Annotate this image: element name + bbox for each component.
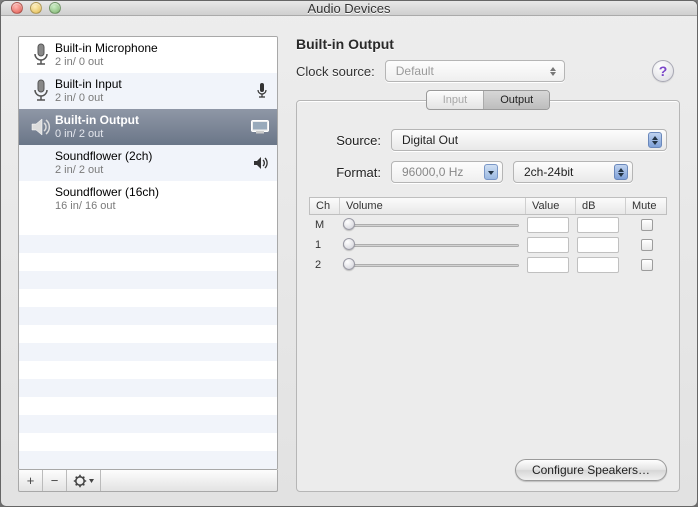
format-rate-value: 96000,0 Hz xyxy=(402,165,463,179)
device-row-builtin-input[interactable]: Built-in Input 2 in/ 0 out xyxy=(19,73,277,109)
detail-title: Built-in Output xyxy=(296,36,674,52)
db-field[interactable] xyxy=(577,237,619,253)
device-io: 0 in/ 2 out xyxy=(55,128,247,141)
channel-label: 1 xyxy=(309,239,339,251)
device-row-builtin-microphone[interactable]: Built-in Microphone 2 in/ 0 out xyxy=(19,37,277,73)
format-rate-combo[interactable]: 96000,0 Hz xyxy=(391,161,503,183)
action-menu-button[interactable] xyxy=(67,470,101,491)
channel-label: 2 xyxy=(309,259,339,271)
device-name: Built-in Output xyxy=(55,114,247,128)
device-row-soundflower-2ch[interactable]: Soundflower (2ch) 2 in/ 2 out xyxy=(19,145,277,181)
help-button[interactable]: ? xyxy=(652,60,674,82)
value-field[interactable] xyxy=(527,237,569,253)
source-popup[interactable]: Digital Out xyxy=(391,129,667,151)
db-field[interactable] xyxy=(577,217,619,233)
db-field[interactable] xyxy=(577,257,619,273)
device-name: Soundflower (16ch) xyxy=(55,186,269,200)
output-group: Source: Digital Out Format: 96000,0 Hz 2… xyxy=(296,100,680,492)
device-io: 2 in/ 0 out xyxy=(55,92,251,105)
col-value[interactable]: Value xyxy=(526,198,576,214)
channel-header: Ch Volume Value dB Mute xyxy=(309,197,667,215)
audio-devices-window: Audio Devices Built-in Microphone 2 in/ … xyxy=(0,0,698,507)
device-io: 2 in/ 0 out xyxy=(55,56,269,69)
mute-checkbox[interactable] xyxy=(641,239,653,251)
col-volume[interactable]: Volume xyxy=(340,198,526,214)
add-device-button[interactable]: + xyxy=(19,470,43,491)
channel-table: Ch Volume Value dB Mute M 1 xyxy=(309,197,667,275)
device-row-soundflower-16ch[interactable]: Soundflower (16ch) 16 in/ 16 out xyxy=(19,181,277,217)
clock-source-popup[interactable]: Default xyxy=(385,60,565,82)
device-name: Soundflower (2ch) xyxy=(55,150,249,164)
value-field[interactable] xyxy=(527,217,569,233)
device-io: 2 in/ 2 out xyxy=(55,164,249,177)
col-ch[interactable]: Ch xyxy=(310,198,340,214)
channel-row-master: M xyxy=(309,215,667,235)
source-label: Source: xyxy=(309,133,381,148)
window-title: Audio Devices xyxy=(1,1,697,16)
channel-row-2: 2 xyxy=(309,255,667,275)
device-name: Built-in Microphone xyxy=(55,42,269,56)
clock-source-label: Clock source: xyxy=(296,64,375,79)
content: Built-in Microphone 2 in/ 0 out Built-in… xyxy=(1,16,697,506)
empty-rows xyxy=(19,217,277,469)
microphone-icon xyxy=(27,79,55,103)
gear-icon xyxy=(73,474,95,488)
device-sidebar: Built-in Microphone 2 in/ 0 out Built-in… xyxy=(18,36,278,492)
default-input-icon xyxy=(255,82,269,100)
format-bits-popup[interactable]: 2ch-24bit xyxy=(513,161,633,183)
device-detail: Built-in Output Clock source: Default ? … xyxy=(296,36,680,492)
source-value: Digital Out xyxy=(402,133,458,147)
microphone-icon xyxy=(27,43,55,67)
col-mute[interactable]: Mute xyxy=(626,198,666,214)
tab-output[interactable]: Output xyxy=(484,91,549,109)
device-row-builtin-output[interactable]: Built-in Output 0 in/ 2 out xyxy=(19,109,277,145)
clock-source-value: Default xyxy=(396,64,434,78)
volume-slider[interactable] xyxy=(343,238,519,252)
configure-speakers-button[interactable]: Configure Speakers… xyxy=(515,459,667,481)
device-list[interactable]: Built-in Microphone 2 in/ 0 out Built-in… xyxy=(18,36,278,470)
format-label: Format: xyxy=(309,165,381,180)
col-db[interactable]: dB xyxy=(576,198,626,214)
system-output-icon xyxy=(251,120,269,134)
default-output-icon xyxy=(253,156,269,170)
mute-checkbox[interactable] xyxy=(641,219,653,231)
mute-checkbox[interactable] xyxy=(641,259,653,271)
volume-slider[interactable] xyxy=(343,258,519,272)
format-bits-value: 2ch-24bit xyxy=(524,165,573,179)
device-list-toolbar: + − xyxy=(18,470,278,492)
io-tabs: Input Output xyxy=(296,90,680,110)
tab-input: Input xyxy=(427,91,484,109)
volume-slider[interactable] xyxy=(343,218,519,232)
channel-row-1: 1 xyxy=(309,235,667,255)
remove-device-button[interactable]: − xyxy=(43,470,67,491)
device-name: Built-in Input xyxy=(55,78,251,92)
titlebar: Audio Devices xyxy=(1,1,697,16)
channel-label: M xyxy=(309,219,339,231)
value-field[interactable] xyxy=(527,257,569,273)
speaker-icon xyxy=(27,116,55,138)
device-io: 16 in/ 16 out xyxy=(55,200,269,213)
